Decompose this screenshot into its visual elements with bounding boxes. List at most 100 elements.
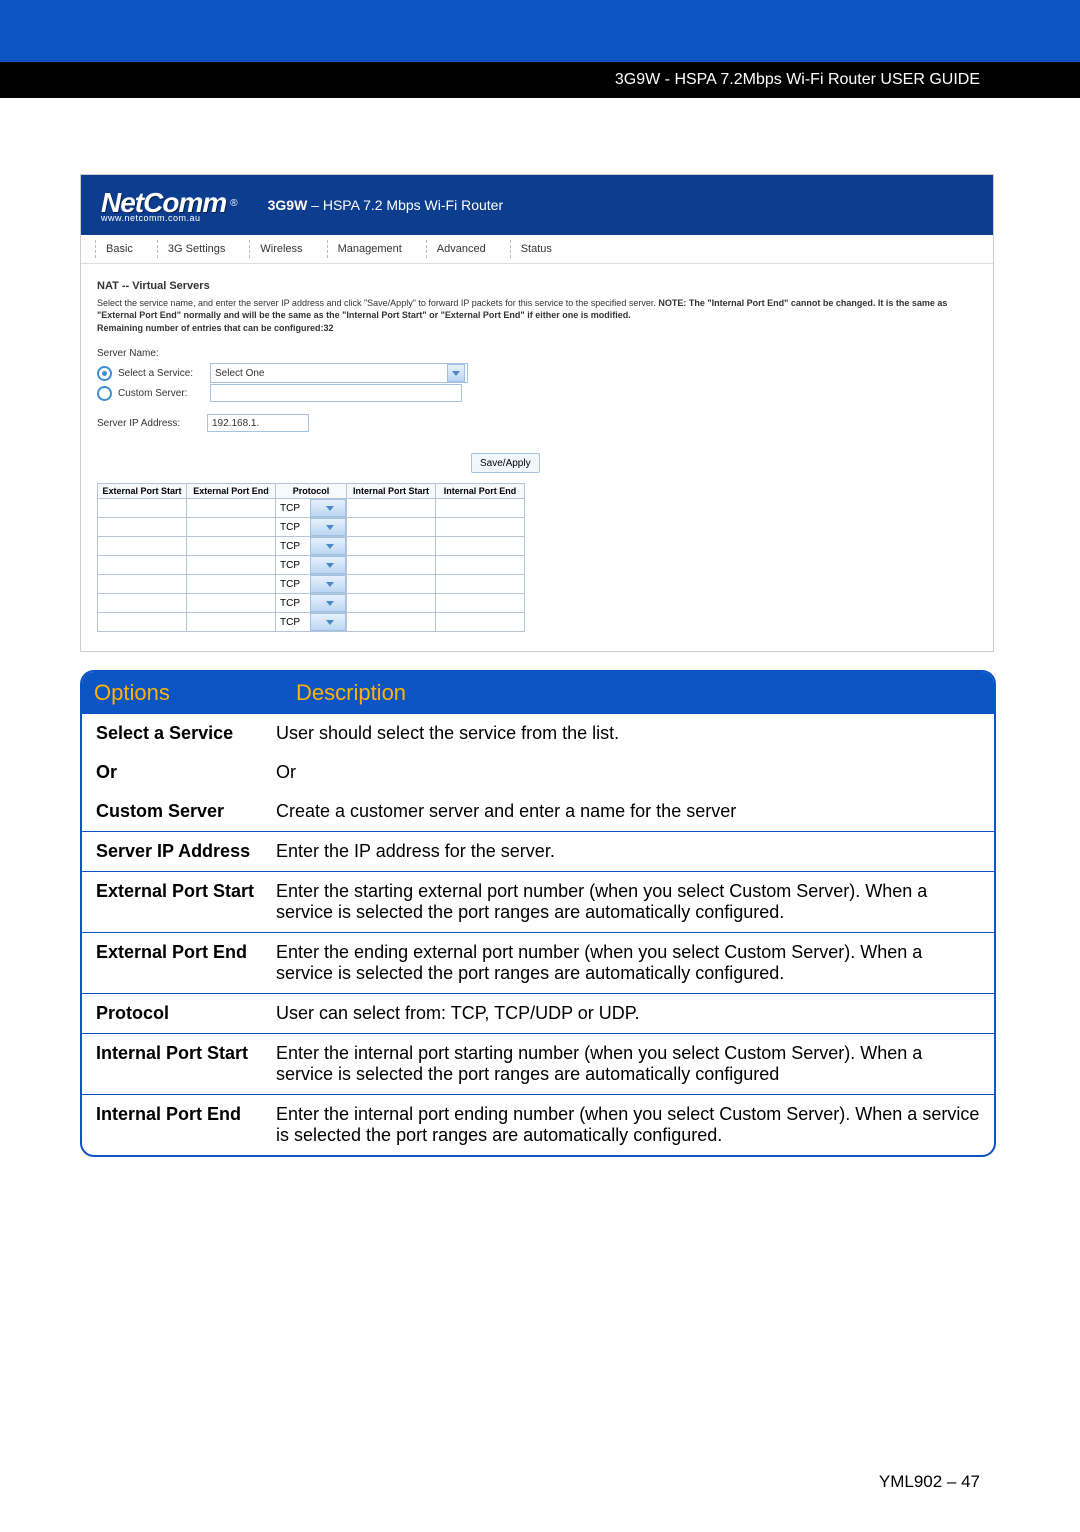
port-input[interactable] (98, 500, 186, 516)
instruction-text: Select the service name, and enter the s… (97, 298, 977, 321)
nav-item[interactable]: Status (510, 240, 576, 258)
chevron-down-icon (310, 613, 346, 631)
option-name: Server IP Address (82, 832, 272, 871)
chevron-down-icon (310, 518, 346, 536)
options-table-header: Options Description (82, 672, 994, 714)
remaining-value: 32 (324, 323, 334, 333)
port-input[interactable] (436, 519, 524, 535)
custom-server-input[interactable] (210, 384, 462, 402)
options-row: External Port StartEnter the starting ex… (82, 871, 994, 932)
options-row: OrOr (82, 753, 994, 792)
brand-url: www.netcomm.com.au (101, 213, 238, 223)
router-subtitle: – HSPA 7.2 Mbps Wi-Fi Router (311, 197, 503, 213)
option-description: Enter the internal port starting number … (272, 1034, 994, 1094)
server-ip-input[interactable]: 192.168.1. (207, 414, 309, 432)
chevron-down-icon (310, 499, 346, 517)
table-row: TCP (98, 499, 525, 518)
server-ip-label: Server IP Address: (97, 418, 201, 429)
option-name: Select a Service (82, 714, 272, 753)
options-row: Internal Port StartEnter the internal po… (82, 1033, 994, 1094)
port-input[interactable] (347, 557, 435, 573)
port-input[interactable] (436, 614, 524, 630)
server-name-label: Server Name: (97, 348, 159, 359)
port-table-header: External Port Start (98, 484, 187, 499)
brand-block: NetComm® www.netcomm.com.au (101, 187, 238, 223)
option-name: Or (82, 753, 272, 792)
port-input[interactable] (436, 538, 524, 554)
port-input[interactable] (187, 500, 275, 516)
chevron-down-icon (447, 364, 465, 382)
port-input[interactable] (187, 614, 275, 630)
option-name: Internal Port End (82, 1095, 272, 1155)
guide-title: 3G9W - HSPA 7.2Mbps Wi-Fi Router USER GU… (615, 71, 980, 89)
nav-item[interactable]: Management (327, 240, 426, 258)
port-table-header: Internal Port Start (347, 484, 436, 499)
desc-line-1: Select the service name, and enter the s… (97, 298, 658, 308)
option-name: External Port Start (82, 872, 272, 932)
option-name: Internal Port Start (82, 1034, 272, 1094)
router-model: 3G9W (268, 197, 308, 213)
port-input[interactable] (98, 538, 186, 554)
port-input[interactable] (187, 557, 275, 573)
port-input[interactable] (347, 595, 435, 611)
port-table-header: Internal Port End (436, 484, 525, 499)
nav-item[interactable]: Wireless (249, 240, 326, 258)
option-description: Enter the ending external port number (w… (272, 933, 994, 993)
port-input[interactable] (187, 595, 275, 611)
protocol-select[interactable]: TCP (276, 594, 346, 612)
select-service-value: Select One (215, 368, 264, 379)
page-footer: YML902 – 47 (879, 1472, 980, 1492)
port-input[interactable] (436, 557, 524, 573)
save-apply-button[interactable]: Save/Apply (471, 453, 540, 473)
option-description: Enter the IP address for the server. (272, 832, 994, 871)
nav-item[interactable]: 3G Settings (157, 240, 249, 258)
nav-item[interactable]: Basic (95, 240, 157, 258)
select-service-radio[interactable] (97, 366, 112, 381)
port-input[interactable] (347, 500, 435, 516)
port-input[interactable] (347, 538, 435, 554)
description-header-cell: Description (284, 672, 994, 714)
table-row: TCP (98, 575, 525, 594)
router-header: NetComm® www.netcomm.com.au 3G9W – HSPA … (81, 175, 993, 235)
option-description: Or (272, 753, 994, 792)
port-input[interactable] (347, 576, 435, 592)
port-input[interactable] (436, 500, 524, 516)
chevron-down-icon (310, 575, 346, 593)
select-service-dropdown[interactable]: Select One (210, 363, 468, 383)
nav-item[interactable]: Advanced (426, 240, 510, 258)
options-row: Server IP AddressEnter the IP address fo… (82, 831, 994, 871)
port-input[interactable] (187, 538, 275, 554)
protocol-select[interactable]: TCP (276, 537, 346, 555)
port-input[interactable] (436, 595, 524, 611)
router-title: 3G9W – HSPA 7.2 Mbps Wi-Fi Router (268, 197, 504, 213)
option-description: Enter the starting external port number … (272, 872, 994, 932)
protocol-select[interactable]: TCP (276, 575, 346, 593)
protocol-select[interactable]: TCP (276, 556, 346, 574)
options-row: Internal Port EndEnter the internal port… (82, 1094, 994, 1155)
option-name: Protocol (82, 994, 272, 1033)
port-input[interactable] (98, 614, 186, 630)
port-table-header: External Port End (187, 484, 276, 499)
select-service-label: Select a Service: (118, 368, 204, 379)
custom-server-radio[interactable] (97, 386, 112, 401)
port-input[interactable] (436, 576, 524, 592)
port-input[interactable] (187, 519, 275, 535)
router-nav: Basic3G SettingsWirelessManagementAdvanc… (81, 235, 993, 264)
protocol-select[interactable]: TCP (276, 613, 346, 631)
port-input[interactable] (98, 519, 186, 535)
port-input[interactable] (98, 557, 186, 573)
port-input[interactable] (347, 614, 435, 630)
chevron-down-icon (310, 556, 346, 574)
port-input[interactable] (347, 519, 435, 535)
port-input[interactable] (98, 595, 186, 611)
port-input[interactable] (187, 576, 275, 592)
protocol-select[interactable]: TCP (276, 499, 346, 517)
options-row: Custom ServerCreate a customer server an… (82, 792, 994, 831)
protocol-select[interactable]: TCP (276, 518, 346, 536)
chevron-down-icon (310, 594, 346, 612)
option-name: Custom Server (82, 792, 272, 831)
options-row: Select a ServiceUser should select the s… (82, 714, 994, 753)
port-input[interactable] (98, 576, 186, 592)
options-header-cell: Options (82, 672, 284, 714)
remaining-label: Remaining number of entries that can be … (97, 323, 324, 333)
